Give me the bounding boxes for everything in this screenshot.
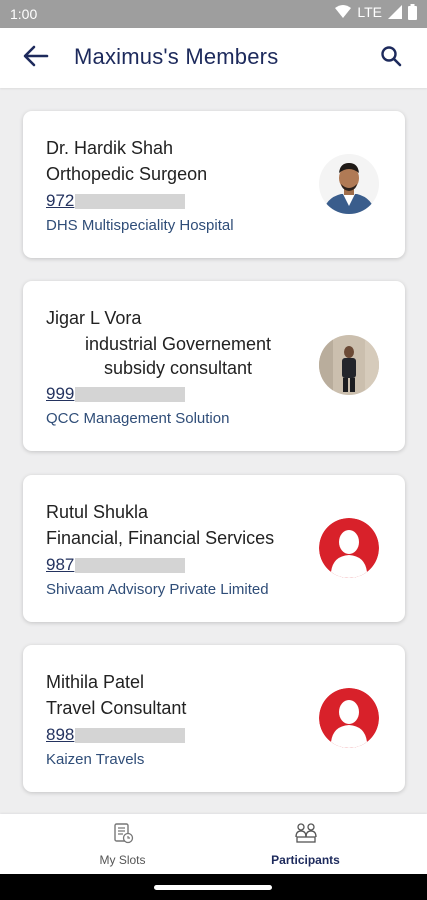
- back-arrow-icon: [23, 45, 49, 72]
- member-company: QCC Management Solution: [46, 410, 230, 427]
- member-role-line: industrial Governement: [84, 334, 272, 354]
- member-name: Mithila Patel: [46, 672, 145, 692]
- back-button[interactable]: [20, 42, 52, 74]
- member-name: Rutul Shukla: [46, 502, 149, 522]
- app-bar: Maximus's Members: [0, 28, 427, 88]
- nav-item-participants[interactable]: Participants: [199, 814, 412, 874]
- member-card[interactable]: Rutul Shukla Financial, Financial Servic…: [23, 475, 405, 622]
- member-role: Orthopedic Surgeon: [46, 164, 208, 184]
- status-icons: LTE: [335, 4, 417, 20]
- member-role: Financial, Financial Services: [46, 528, 275, 548]
- avatar[interactable]: [319, 518, 379, 578]
- member-role-line: subsidy consultant: [103, 358, 253, 378]
- member-company: DHS Multispeciality Hospital: [46, 217, 234, 234]
- signal-icon: [388, 5, 402, 19]
- nav-label: Participants: [271, 852, 340, 867]
- member-card[interactable]: Jigar L Vora industrial Governement subs…: [23, 281, 405, 451]
- phone-redacted: [75, 193, 186, 209]
- page-title: Maximus's Members: [74, 44, 279, 69]
- user-placeholder-icon: [319, 688, 379, 748]
- bottom-nav: My Slots Participants: [0, 814, 427, 874]
- phone-prefix: 999: [46, 384, 75, 403]
- member-card[interactable]: Dr. Hardik Shah Orthopedic Surgeon 972 D…: [23, 111, 405, 258]
- search-button[interactable]: [375, 42, 407, 74]
- phone-redacted: [75, 557, 186, 573]
- member-company: Kaizen Travels: [46, 751, 145, 768]
- member-card[interactable]: Mithila Patel Travel Consultant 898 Kaiz…: [23, 645, 405, 792]
- member-name: Jigar L Vora: [46, 308, 142, 328]
- wifi-icon: [335, 5, 352, 19]
- member-phone[interactable]: 999: [46, 384, 186, 404]
- nav-label: My Slots: [99, 852, 146, 867]
- slots-icon: [112, 822, 134, 849]
- phone-redacted: [75, 727, 186, 743]
- phone-prefix: 898: [46, 725, 75, 744]
- member-role: industrial Governement subsidy consultan…: [23, 332, 333, 380]
- member-phone[interactable]: 972: [46, 191, 186, 211]
- member-company: Shivaam Advisory Private Limited: [46, 581, 269, 598]
- status-bar: 1:00 LTE: [0, 0, 427, 28]
- avatar[interactable]: [319, 154, 379, 214]
- phone-prefix: 972: [46, 191, 75, 210]
- user-placeholder-icon: [319, 518, 379, 578]
- battery-icon: [408, 4, 417, 20]
- search-icon: [380, 45, 402, 72]
- nav-item-my-slots[interactable]: My Slots: [16, 814, 229, 874]
- avatar[interactable]: [319, 335, 379, 395]
- status-time: 1:00: [10, 6, 38, 22]
- participants-icon: [294, 822, 318, 849]
- phone-redacted: [75, 386, 186, 402]
- member-phone[interactable]: 987: [46, 555, 186, 575]
- network-label: LTE: [357, 4, 382, 20]
- member-phone[interactable]: 898: [46, 725, 186, 745]
- avatar[interactable]: [319, 688, 379, 748]
- member-name: Dr. Hardik Shah: [46, 138, 174, 158]
- phone-prefix: 987: [46, 555, 75, 574]
- gesture-bar: [0, 874, 427, 900]
- home-indicator[interactable]: [154, 885, 272, 890]
- member-role: Travel Consultant: [46, 698, 187, 718]
